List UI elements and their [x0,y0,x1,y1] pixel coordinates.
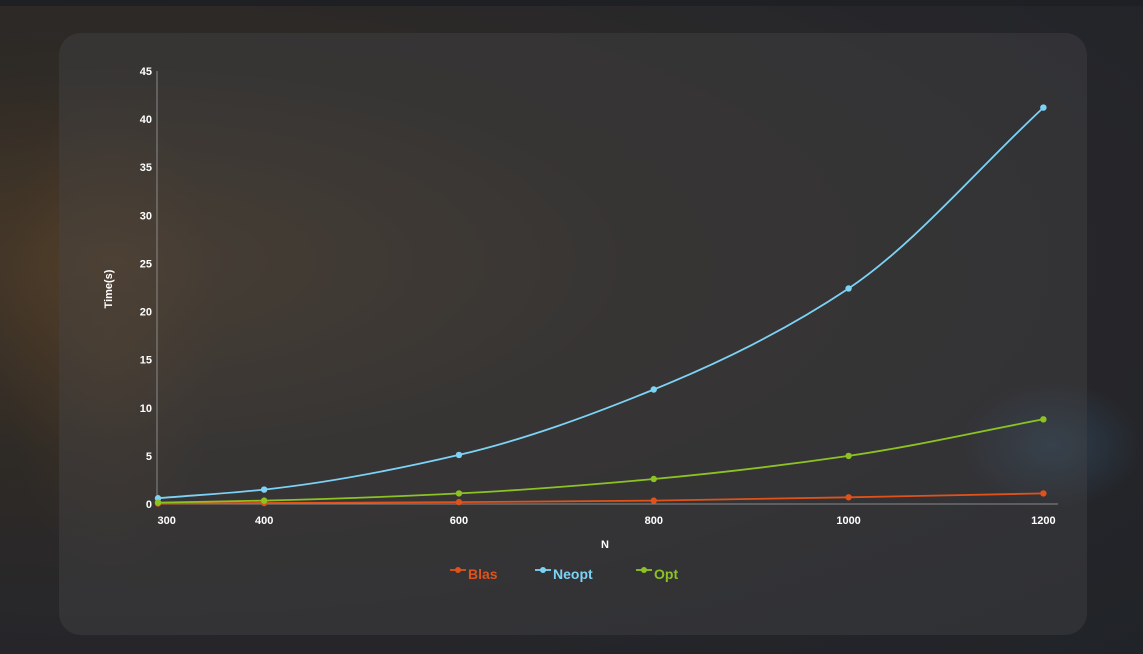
y-tick-label: 10 [140,403,152,415]
data-point-neopt[interactable] [650,386,657,393]
series-group [154,104,1047,507]
data-point-opt[interactable] [455,490,463,497]
data-point-neopt[interactable] [845,285,852,292]
y-tick-label: 30 [140,210,152,222]
data-point-opt[interactable] [154,499,162,506]
data-point-opt[interactable] [260,497,268,504]
legend-marker-dot-neopt [540,567,546,573]
y-tick-label: 35 [140,162,152,174]
x-tick-label: 600 [450,515,468,527]
x-tick-label: 800 [645,515,663,527]
series-line-blas [157,492,1044,505]
data-point-neopt[interactable] [1040,104,1047,111]
data-point-neopt[interactable] [455,451,463,459]
data-point-blas[interactable] [650,497,657,504]
legend[interactable]: Blas Neopt Opt [450,566,678,582]
series-line-opt [157,418,1044,504]
y-tick-label: 15 [140,355,152,367]
legend-label-blas[interactable]: Blas [468,566,498,582]
y-tick-label: 20 [140,307,152,319]
legend-label-neopt[interactable]: Neopt [553,566,593,582]
x-tick-label: 1000 [836,515,860,527]
data-point-opt[interactable] [650,475,657,483]
x-tick-label: 300 [158,515,176,527]
data-point-opt[interactable] [1040,416,1047,423]
data-point-blas[interactable] [455,498,463,506]
legend-marker-dot-opt [641,567,647,573]
y-tick-label: 25 [140,258,152,270]
x-axis-title: N [601,539,609,551]
y-tick-label: 5 [146,451,152,463]
data-point-blas[interactable] [1040,490,1047,497]
x-axis-ticks: 300 400 600 800 1000 1200 [158,515,1056,527]
legend-marker-dot-blas [455,567,461,573]
y-axis-ticks: 0 5 10 15 20 25 30 35 40 45 [140,66,152,511]
y-axis-title: Time(s) [103,269,115,308]
data-point-opt[interactable] [845,452,852,460]
y-tick-label: 40 [140,114,152,126]
line-chart: 051015202530354045 300 400 600 800 1000 1200 … [103,66,1058,582]
data-point-neopt[interactable] [260,486,268,493]
data-point-blas[interactable] [845,494,852,501]
x-tick-label: 1200 [1031,515,1055,527]
series-line-neopt [157,106,1045,500]
x-tick-label: 400 [255,515,273,527]
legend-label-opt[interactable]: Opt [654,566,678,582]
y-tick-label: 45 [140,66,152,78]
y-tick-label: 0 [146,499,152,511]
